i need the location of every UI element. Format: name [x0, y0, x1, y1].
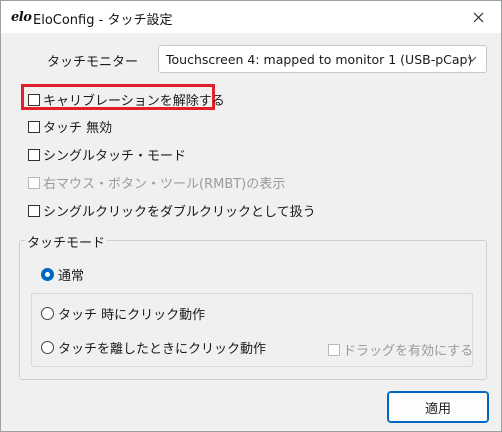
single-as-double-click-checkbox-row[interactable]: シングルクリックをダブルクリックとして扱う — [28, 201, 316, 220]
single-touch-mode-checkbox[interactable] — [28, 148, 40, 161]
disable-calibration-label: キャリブレーションを解除する — [43, 94, 225, 109]
touch-mode-normal-radio-row[interactable]: 通常 — [41, 265, 84, 284]
rmbt-display-checkbox — [28, 176, 40, 189]
single-touch-mode-label: シングルタッチ・モード — [43, 149, 187, 164]
disable-touch-checkbox-row[interactable]: タッチ 無効 — [28, 117, 112, 136]
click-on-touch-label: タッチ 時にクリック動作 — [58, 308, 206, 323]
touch-mode-group-title: タッチモード — [25, 232, 108, 251]
single-as-double-click-label: シングルクリックをダブルクリックとして扱う — [43, 205, 316, 220]
disable-touch-label: タッチ 無効 — [43, 121, 113, 136]
click-on-touch-radio[interactable] — [41, 307, 54, 320]
touch-monitor-label: タッチモニター — [47, 55, 139, 70]
single-touch-mode-checkbox-row[interactable]: シングルタッチ・モード — [28, 145, 186, 164]
elo-logo: elo — [11, 10, 32, 25]
single-as-double-click-checkbox[interactable] — [28, 204, 40, 217]
title-bar: elo EloConfig - タッチ設定 — [1, 1, 501, 33]
click-on-touch-radio-row[interactable]: タッチ 時にクリック動作 — [41, 304, 205, 323]
disable-calibration-checkbox-row[interactable]: キャリブレーションを解除する — [28, 90, 225, 109]
touch-mode-normal-radio[interactable] — [41, 268, 54, 281]
apply-button[interactable]: 適用 — [387, 391, 489, 423]
enable-drag-checkbox-row: ドラッグを有効にする — [328, 340, 473, 359]
touch-mode-normal-label: 通常 — [58, 269, 85, 284]
close-button[interactable] — [455, 1, 501, 33]
rmbt-display-label: 右マウス・ボタン・ツール(RMBT)の表示 — [43, 177, 286, 192]
apply-button-label: 適用 — [424, 401, 451, 417]
touch-monitor-selected-value: Touchscreen 4: mapped to monitor 1 (USB-… — [166, 51, 473, 67]
elo-config-window: elo EloConfig - タッチ設定 タッチモニター Touchscree… — [0, 0, 502, 432]
enable-drag-checkbox — [328, 343, 340, 356]
chevron-down-icon — [467, 56, 477, 62]
click-on-release-radio-row[interactable]: タッチを離したときにクリック動作 — [41, 338, 266, 357]
click-on-release-radio[interactable] — [41, 341, 54, 354]
close-icon — [473, 12, 483, 22]
touch-monitor-select[interactable]: Touchscreen 4: mapped to monitor 1 (USB-… — [158, 45, 487, 73]
disable-calibration-checkbox[interactable] — [28, 93, 40, 106]
rmbt-display-checkbox-row: 右マウス・ボタン・ツール(RMBT)の表示 — [28, 173, 285, 192]
disable-touch-checkbox[interactable] — [28, 120, 40, 133]
window-title: EloConfig - タッチ設定 — [33, 13, 173, 28]
click-on-release-label: タッチを離したときにクリック動作 — [58, 342, 267, 357]
enable-drag-label: ドラッグを有効にする — [343, 344, 474, 359]
